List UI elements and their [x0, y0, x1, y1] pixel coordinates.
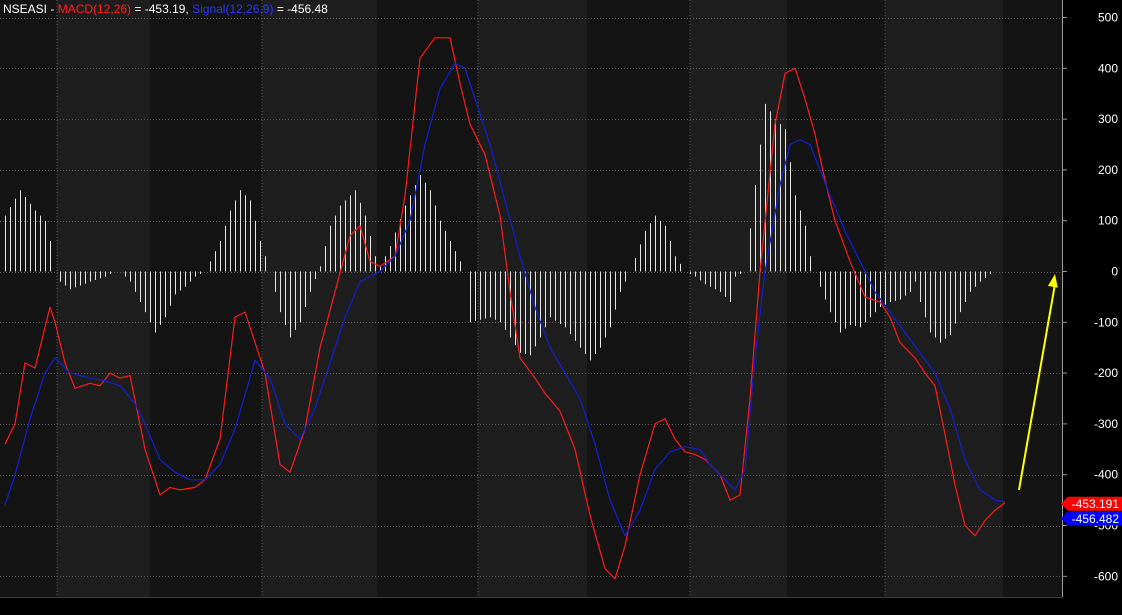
background-band: [377, 0, 478, 597]
y-tick-label: 400: [1098, 61, 1118, 75]
y-tick-label: 500: [1098, 11, 1118, 25]
background-band: [150, 0, 262, 597]
y-tick-label: -200: [1094, 366, 1118, 380]
background-band: [885, 0, 1003, 597]
signal-value-badge-label: -456.482: [1072, 512, 1120, 526]
macd-value-badge-label: -453.191: [1072, 497, 1120, 511]
y-tick-label: 0: [1111, 265, 1118, 279]
legend-separator: -: [47, 2, 58, 16]
legend-macd-value: = -453.19,: [131, 2, 193, 16]
background-band: [690, 0, 787, 597]
background-band: [57, 0, 150, 597]
legend-macd-label: MACD(12,26): [57, 2, 132, 16]
background-band: [587, 0, 690, 597]
legend-signal-value: = -456.48: [273, 2, 328, 16]
y-tick-label: -100: [1094, 315, 1118, 329]
chart-legend: NSEASI - MACD(12,26) = -453.19, Signal(1…: [3, 2, 328, 16]
y-tick-label: 100: [1098, 214, 1118, 228]
legend-signal-label: Signal(12,26,9): [192, 2, 274, 16]
y-tick-label: -600: [1094, 569, 1118, 583]
background-band: [0, 0, 57, 597]
macd-chart-panel[interactable]: 500 400 300 200 100 0 -100 -200 -300 -400 -500 -600…: [0, 0, 1122, 610]
y-tick-label: -400: [1094, 468, 1118, 482]
y-tick-label: 200: [1098, 163, 1118, 177]
y-tick-label: -300: [1094, 417, 1118, 431]
legend-symbol: NSEASI: [3, 2, 48, 16]
background-band: [262, 0, 377, 597]
macd-chart-svg: 5004003002001000-100-200-300-400-500-600…: [0, 0, 1122, 610]
y-tick-label: 300: [1098, 112, 1118, 126]
